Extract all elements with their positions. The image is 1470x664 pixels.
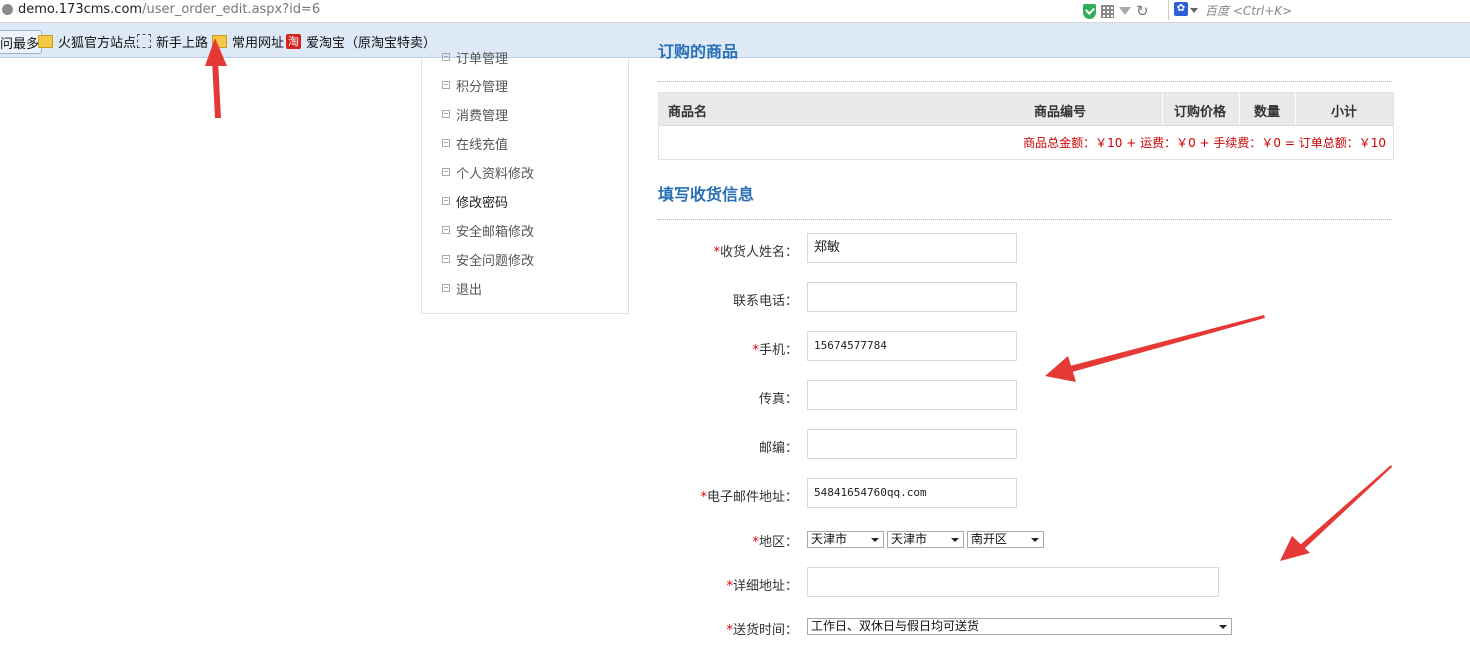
col-product-name: 商品名 — [668, 105, 708, 120]
taobao-icon: 淘 — [286, 33, 301, 49]
arrow-head-2 — [1045, 356, 1076, 382]
bookmark-getting-started[interactable]: 新手上路 — [137, 32, 208, 51]
chevron-down-icon — [951, 538, 959, 542]
arrow-shaft-2 — [1070, 315, 1265, 372]
zip-input[interactable] — [807, 429, 1017, 459]
divider — [1162, 93, 1163, 125]
district-select[interactable]: 南开区 — [967, 531, 1044, 548]
globe-icon — [2, 4, 13, 15]
collapse-icon — [442, 197, 450, 205]
url-text[interactable]: demo.173cms.com/user_order_edit.aspx?id=… — [18, 2, 320, 17]
menu-item-points[interactable]: 积分管理 — [442, 75, 508, 95]
divider — [658, 219, 1392, 220]
province-select[interactable]: 天津市 — [807, 531, 884, 548]
shield-icon[interactable] — [1083, 3, 1096, 19]
mobile-input[interactable]: 15674577784 — [807, 331, 1017, 361]
col-quantity: 数量 — [1254, 105, 1281, 120]
col-product-code: 商品编号 — [1034, 105, 1087, 120]
menu-item-security-email[interactable]: 安全邮箱修改 — [442, 220, 534, 240]
order-products-table: 商品名 商品编号 订购价格 数量 小计 商品总金额：￥10 + 运费：￥0 + … — [658, 92, 1394, 160]
menu-item-recharge[interactable]: 在线充值 — [442, 133, 508, 153]
chevron-down-icon — [1219, 625, 1227, 629]
delivery-time-select[interactable]: 工作日、双休日与假日均可送货 — [807, 618, 1232, 635]
fax-label: 传真： — [758, 392, 798, 407]
user-menu: 订单管理 积分管理 消费管理 在线充值 个人资料修改 修改密码 安全邮箱修改 安… — [421, 52, 629, 314]
mobile-label: *手机： — [752, 343, 798, 358]
phone-input[interactable] — [807, 282, 1017, 312]
search-engine-dropdown-icon[interactable] — [1190, 8, 1198, 13]
collapse-icon — [442, 255, 450, 263]
arrow-shaft-1 — [212, 60, 221, 118]
receiver-name-input[interactable]: 郑敏 — [807, 233, 1017, 263]
page-icon — [137, 34, 151, 48]
collapse-icon — [442, 53, 450, 61]
menu-item-change-password[interactable]: 修改密码 — [442, 191, 508, 211]
table-header: 商品名 商品编号 订购价格 数量 小计 — [659, 93, 1393, 126]
order-total: 商品总金额：￥10 + 运费：￥0 + 手续费：￥0 = 订单总额：￥10 — [1023, 136, 1386, 150]
collapse-icon — [442, 139, 450, 147]
menu-item-security-question[interactable]: 安全问题修改 — [442, 249, 534, 269]
dropdown-arrow-icon[interactable] — [1119, 7, 1131, 15]
divider — [1295, 93, 1296, 125]
delivery-time-label: *送货时间： — [726, 623, 798, 638]
url-bar-icons: ↻ — [1083, 2, 1149, 20]
order-section-title: 订购的商品 — [658, 44, 739, 61]
region-label: *地区： — [752, 535, 798, 550]
collapse-icon — [442, 284, 450, 292]
search-placeholder[interactable]: 百度 <Ctrl+K> — [1205, 2, 1292, 19]
fax-input[interactable] — [807, 380, 1017, 410]
bookmark-common-urls[interactable]: 常用网址 — [212, 32, 284, 51]
menu-item-orders[interactable]: 订单管理 — [442, 47, 508, 67]
menu-item-logout[interactable]: 退出 — [442, 278, 482, 298]
divider — [1239, 93, 1240, 125]
name-label: *收货人姓名： — [713, 245, 798, 260]
col-price: 订购价格 — [1174, 105, 1227, 120]
chevron-down-icon — [1031, 538, 1039, 542]
menu-item-consumption[interactable]: 消费管理 — [442, 104, 508, 124]
bookmark-most-visited[interactable]: 问最多 — [0, 30, 43, 54]
arrow-shaft-3 — [1300, 465, 1392, 549]
bookmark-firefox-site[interactable]: 火狐官方站点 — [38, 32, 136, 51]
qr-code-icon[interactable] — [1101, 4, 1114, 18]
menu-item-profile[interactable]: 个人资料修改 — [442, 162, 534, 182]
baidu-paw-icon[interactable]: ✿ — [1174, 2, 1188, 16]
search-box[interactable]: ✿ 百度 <Ctrl+K> — [1168, 0, 1470, 20]
arrow-head-3 — [1280, 536, 1310, 561]
reload-icon[interactable]: ↻ — [1136, 2, 1149, 20]
address-bar[interactable]: demo.173cms.com/user_order_edit.aspx?id=… — [0, 0, 1470, 23]
collapse-icon — [442, 168, 450, 176]
collapse-icon — [442, 110, 450, 118]
zip-label: 邮编： — [758, 441, 798, 456]
bookmark-ai-taobao[interactable]: 淘爱淘宝（原淘宝特卖） — [286, 32, 436, 51]
col-subtotal: 小计 — [1331, 105, 1358, 120]
shipping-section-title: 填写收货信息 — [658, 185, 755, 204]
city-select[interactable]: 天津市 — [887, 531, 964, 548]
folder-icon — [212, 34, 227, 48]
chevron-down-icon — [871, 538, 879, 542]
email-input[interactable]: 54841654760qq.com — [807, 478, 1017, 508]
divider — [658, 81, 1392, 82]
collapse-icon — [442, 226, 450, 234]
address-input[interactable] — [807, 567, 1219, 597]
folder-icon — [38, 34, 53, 48]
address-label: *详细地址： — [726, 579, 798, 594]
collapse-icon — [442, 81, 450, 89]
email-label: *电子邮件地址： — [700, 490, 798, 505]
phone-label: 联系电话： — [732, 294, 798, 309]
